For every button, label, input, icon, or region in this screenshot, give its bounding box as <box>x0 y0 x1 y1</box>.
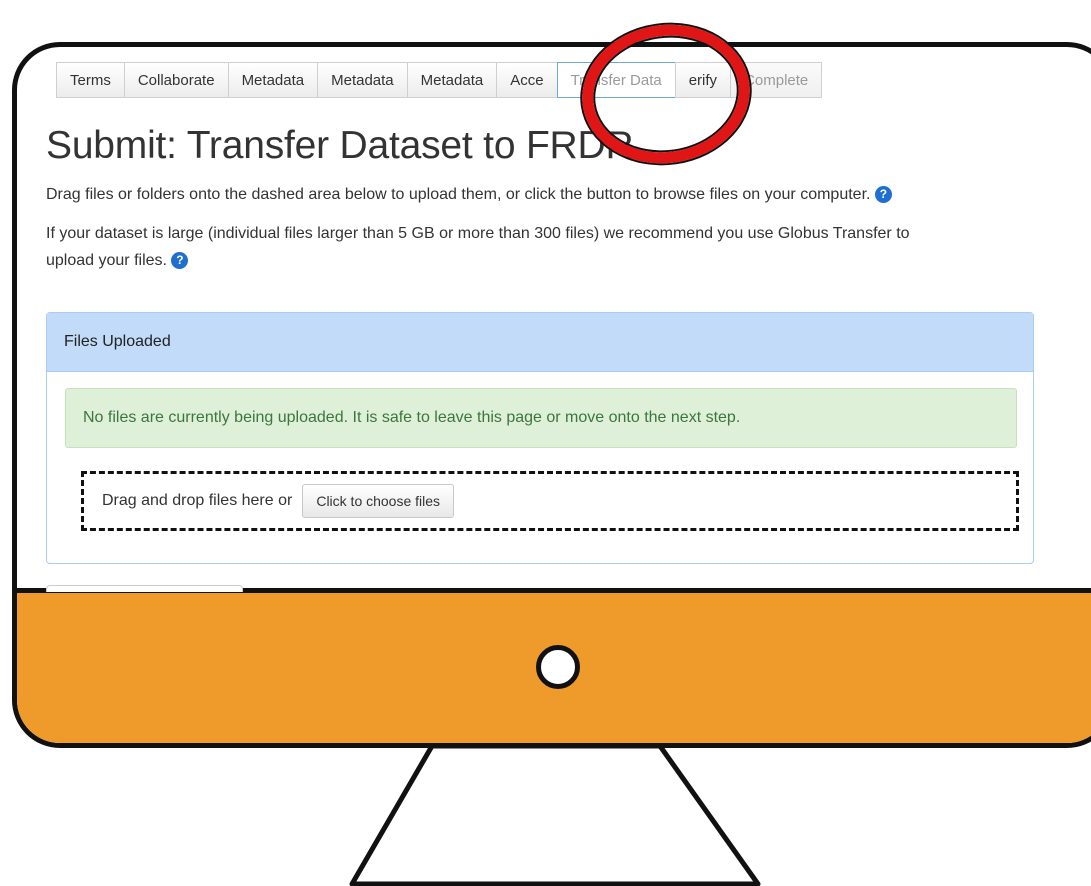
help-icon[interactable]: ? <box>874 186 892 203</box>
intro-text-content: Drag files or folders onto the dashed ar… <box>46 186 871 203</box>
files-uploaded-panel: Files Uploaded No files are currently be… <box>46 312 1034 564</box>
help-icon[interactable]: ? <box>171 252 189 269</box>
screen: Terms Collaborate Metadata Metadata Meta… <box>0 0 1091 592</box>
panel-heading: Files Uploaded <box>47 313 1033 372</box>
large-dataset-note-line1: If your dataset is large (individual fil… <box>46 225 910 242</box>
page-title: Submit: Transfer Dataset to FRDR <box>46 124 634 167</box>
tab-metadata-2[interactable]: Metadata <box>317 62 407 98</box>
file-dropzone[interactable]: Drag and drop files here or Click to cho… <box>81 471 1019 531</box>
dropzone-label: Drag and drop files here or <box>102 492 293 509</box>
intro-text: Drag files or folders onto the dashed ar… <box>46 181 892 208</box>
upload-status-alert: No files are currently being uploaded. I… <box>65 388 1017 448</box>
partially-hidden-button[interactable] <box>46 585 243 592</box>
large-dataset-note: If your dataset is large (individual fil… <box>46 220 910 274</box>
tab-metadata-1[interactable]: Metadata <box>227 62 318 98</box>
choose-files-button[interactable]: Click to choose files <box>302 484 455 518</box>
tab-metadata-3[interactable]: Metadata <box>406 62 497 98</box>
monitor-chin <box>17 588 1091 743</box>
large-dataset-note-line2: upload your files. <box>46 252 167 269</box>
power-button-icon <box>536 645 580 689</box>
tab-access[interactable]: Acce <box>496 62 557 98</box>
tab-terms[interactable]: Terms <box>56 62 124 98</box>
tab-collaborate[interactable]: Collaborate <box>123 62 228 98</box>
